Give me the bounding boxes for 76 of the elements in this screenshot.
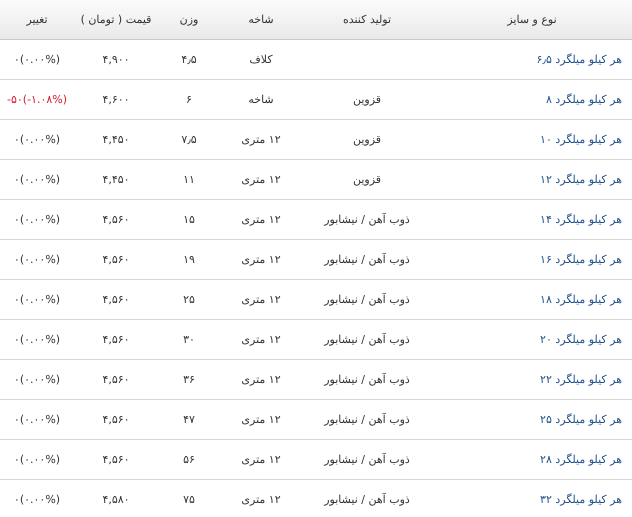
product-link[interactable]: هر کیلو میلگرد ۸ [546,93,622,106]
change-value: ۰(۰.۰۰%) [14,453,60,466]
table-cell: ذوب آهن / نیشابور [324,333,410,346]
table-cell: ۴,۵۶۰ [102,333,130,346]
table-cell: ۴,۵۶۰ [102,213,130,226]
table-cell: ۴٫۵ [181,53,197,66]
table-cell: ۴,۵۶۰ [102,253,130,266]
change-value: ۰(۰.۰۰%) [14,173,60,186]
table-cell: قزوین [352,133,382,146]
table-cell: ۱۲ متری [241,133,281,146]
table-cell: شاخه [248,93,274,106]
product-link[interactable]: هر کیلو میلگرد ۱۸ [540,293,622,306]
table-cell: قزوین [352,93,382,106]
product-link[interactable]: هر کیلو میلگرد ۱۰ [540,133,622,146]
table-cell: ۱۱ [183,173,195,186]
table-cell: ۴,۵۸۰ [102,493,130,506]
table-cell: ۷۵ [183,493,195,506]
column-header[interactable]: تغییر [26,13,48,26]
table-cell: ۱۲ متری [241,213,281,226]
change-value: ۰(۰.۰۰%) [14,253,60,266]
product-link[interactable]: هر کیلو میلگرد ۲۰ [540,333,622,346]
table-cell: قزوین [352,173,382,186]
table-cell: ۵۶ [183,453,195,466]
table-cell: ۴,۹۰۰ [102,53,130,66]
table-cell: ۱۲ متری [241,453,281,466]
change-value: ۰(۰.۰۰%) [14,333,60,346]
table-cell: ۴,۵۶۰ [102,373,130,386]
table-cell: کلاف [249,53,273,66]
product-link[interactable]: هر کیلو میلگرد ۳۲ [540,493,622,506]
table-cell: ذوب آهن / نیشابور [324,373,410,386]
product-link[interactable]: هر کیلو میلگرد ۶٫۵ [536,53,622,66]
change-value: -۵۰(-۱.۰۸%) [7,93,68,106]
product-link[interactable]: هر کیلو میلگرد ۱۶ [540,253,622,266]
table-cell: ذوب آهن / نیشابور [324,253,410,266]
product-link[interactable]: هر کیلو میلگرد ۱۴ [540,213,622,226]
product-link[interactable]: هر کیلو میلگرد ۲۲ [540,373,622,386]
table-cell: ۱۲ متری [241,333,281,346]
table-cell: ذوب آهن / نیشابور [324,293,410,306]
table-cell: ۱۵ [183,213,195,226]
table-cell: ۳۶ [183,373,195,386]
change-value: ۰(۰.۰۰%) [14,493,60,506]
column-header[interactable]: نوع و سایز [507,13,557,26]
table-cell: ذوب آهن / نیشابور [324,453,410,466]
change-value: ۰(۰.۰۰%) [14,133,60,146]
table-cell: ۴,۴۵۰ [102,133,130,146]
product-link[interactable]: هر کیلو میلگرد ۲۸ [540,453,622,466]
table-cell: ۱۲ متری [241,373,281,386]
change-value: ۰(۰.۰۰%) [14,213,60,226]
table-cell: ذوب آهن / نیشابور [324,493,410,506]
table-cell: ۴,۵۶۰ [102,293,130,306]
table-cell: ۷٫۵ [181,133,197,146]
table-cell: ۱۹ [183,253,195,266]
change-value: ۰(۰.۰۰%) [14,373,60,386]
column-header[interactable]: وزن [180,13,198,26]
table-cell: ۴,۴۵۰ [102,173,130,186]
product-link[interactable]: هر کیلو میلگرد ۱۲ [540,173,622,186]
column-header[interactable]: تولید کننده [342,13,392,26]
table-cell: ۴,۵۶۰ [102,413,130,426]
table-cell: ذوب آهن / نیشابور [324,213,410,226]
table-cell: ۲۵ [183,293,195,306]
table-cell: ۱۲ متری [241,493,281,506]
table-cell: ۴,۵۶۰ [102,453,130,466]
table-cell: ۱۲ متری [241,253,281,266]
table-cell: ۴۷ [183,413,195,426]
change-value: ۰(۰.۰۰%) [14,293,60,306]
change-value: ۰(۰.۰۰%) [14,53,60,66]
table-cell: ۱۲ متری [241,413,281,426]
table-cell: ۶ [186,93,192,106]
table-cell: ۴,۶۰۰ [102,93,130,106]
table-cell: ذوب آهن / نیشابور [324,413,410,426]
table-cell: ۳۰ [183,333,195,346]
column-header[interactable]: شاخه [248,13,274,26]
change-value: ۰(۰.۰۰%) [14,413,60,426]
table-cell: ۱۲ متری [241,173,281,186]
table-cell: ۱۲ متری [241,293,281,306]
product-link[interactable]: هر کیلو میلگرد ۲۵ [540,413,622,426]
